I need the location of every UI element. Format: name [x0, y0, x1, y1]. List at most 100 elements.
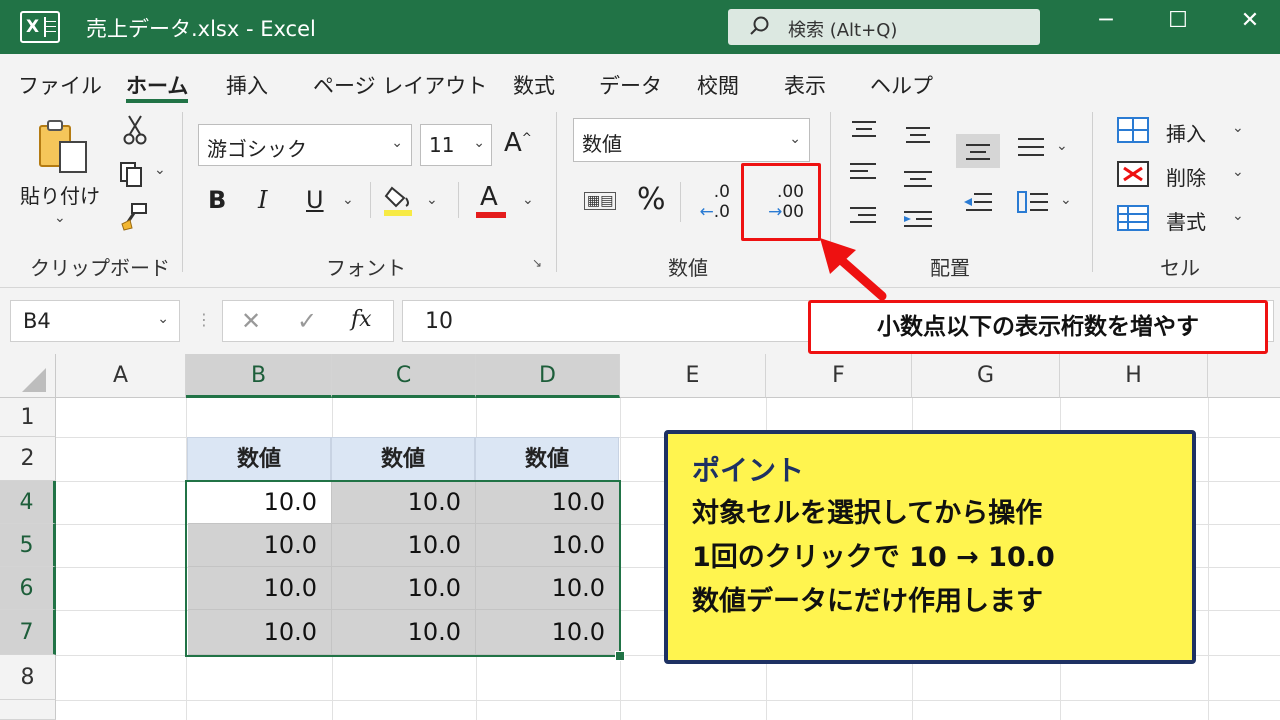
column-header-b[interactable]: B: [186, 354, 332, 398]
header-cell-b2[interactable]: 数値: [187, 437, 331, 481]
column-header-c[interactable]: C: [332, 354, 476, 398]
underline-button[interactable]: U: [306, 186, 324, 214]
insert-function-icon[interactable]: fx: [351, 307, 372, 332]
search-input[interactable]: 検索 (Alt+Q): [728, 9, 1040, 45]
column-header-a[interactable]: A: [56, 354, 186, 398]
format-painter-icon[interactable]: [120, 202, 150, 236]
chevron-down-icon: ⌄: [157, 311, 169, 327]
ribbon-separator: [1092, 112, 1093, 272]
insert-cells-icon: [1116, 116, 1150, 148]
orientation-icon[interactable]: [1016, 134, 1048, 166]
format-dropdown-icon[interactable]: ⌄: [1232, 208, 1244, 224]
header-cell-d2[interactable]: 数値: [475, 437, 619, 481]
align-middle-icon[interactable]: [900, 124, 936, 152]
insert-cells-button[interactable]: 挿入: [1166, 118, 1206, 147]
formula-value: 10: [425, 309, 453, 334]
font-size-dropdown[interactable]: 11 ⌄: [420, 124, 492, 166]
column-header-d[interactable]: D: [476, 354, 620, 398]
enter-icon[interactable]: ✓: [297, 307, 317, 335]
row-header-1[interactable]: 1: [0, 398, 56, 437]
column-header-partial[interactable]: [1208, 354, 1280, 398]
merge-center-icon[interactable]: [1016, 188, 1052, 222]
number-format-dropdown[interactable]: 数値 ⌄: [573, 118, 810, 162]
decrease-decimal-button[interactable]: .0 ←.0: [694, 182, 730, 222]
chevron-down-icon: ⌄: [789, 131, 801, 147]
row-header-8[interactable]: 8: [0, 655, 56, 700]
row-header-4[interactable]: 4: [0, 481, 56, 524]
align-top-icon[interactable]: [846, 118, 882, 146]
point-line-1: 対象セルを選択してから操作: [692, 498, 1043, 529]
tab-formulas[interactable]: 数式: [513, 70, 555, 100]
format-cells-button[interactable]: 書式: [1166, 206, 1206, 235]
callout-label: 小数点以下の表示桁数を増やす: [808, 300, 1268, 354]
accounting-format-icon[interactable]: ▦▤: [584, 192, 617, 210]
column-header-h[interactable]: H: [1060, 354, 1208, 398]
maximize-button[interactable]: ☐: [1158, 8, 1198, 44]
column-header-g[interactable]: G: [912, 354, 1060, 398]
column-header-e[interactable]: E: [620, 354, 766, 398]
alignment-group-label: 配置: [930, 256, 970, 280]
name-box[interactable]: B4 ⌄: [10, 300, 180, 342]
row-header-6[interactable]: 6: [0, 567, 56, 610]
align-right-icon[interactable]: [846, 204, 882, 232]
insert-dropdown-icon[interactable]: ⌄: [1232, 120, 1244, 136]
font-color-button[interactable]: A: [480, 182, 498, 212]
select-all-button[interactable]: [0, 354, 56, 398]
row-header-2[interactable]: 2: [0, 437, 56, 481]
italic-button[interactable]: I: [258, 186, 267, 214]
row-header-partial[interactable]: [0, 700, 56, 720]
drag-handle-icon[interactable]: ⋮: [196, 310, 212, 329]
font-name-value: 游ゴシック: [207, 137, 307, 161]
ribbon-separator: [556, 112, 557, 272]
paste-dropdown-icon[interactable]: ⌄: [54, 210, 66, 226]
header-cell-c2[interactable]: 数値: [331, 437, 475, 481]
cut-icon[interactable]: [122, 114, 148, 150]
cancel-icon[interactable]: ✕: [241, 307, 261, 335]
ribbon-separator: [680, 182, 681, 222]
cells-group-label: セル: [1160, 256, 1200, 280]
align-bottom-icon[interactable]: [956, 134, 1000, 168]
underline-dropdown-icon[interactable]: ⌄: [342, 192, 354, 208]
tab-page-layout[interactable]: ページ レイアウト: [313, 70, 487, 100]
gridline: [56, 700, 1280, 701]
decrease-indent-icon[interactable]: [960, 188, 996, 222]
point-title: ポイント: [692, 454, 805, 487]
tab-home[interactable]: ホーム: [126, 70, 188, 100]
font-name-dropdown[interactable]: 游ゴシック ⌄: [198, 124, 412, 166]
copy-icon[interactable]: [118, 160, 148, 192]
number-group-label: 数値: [668, 256, 708, 280]
arrow-left-icon: ←: [699, 202, 714, 222]
tab-file[interactable]: ファイル: [18, 70, 102, 100]
increase-indent-icon[interactable]: [900, 208, 936, 236]
tab-help[interactable]: ヘルプ: [870, 70, 933, 100]
delete-cells-button[interactable]: 削除: [1166, 162, 1206, 191]
row-header-5[interactable]: 5: [0, 524, 56, 567]
font-color-dropdown-icon[interactable]: ⌄: [522, 192, 534, 208]
increase-font-size-button[interactable]: A^: [504, 128, 532, 158]
align-center-icon[interactable]: [900, 168, 936, 196]
orientation-dropdown-icon[interactable]: ⌄: [1056, 138, 1068, 154]
clipboard-group-label: クリップボード: [30, 256, 170, 280]
fill-color-dropdown-icon[interactable]: ⌄: [426, 192, 438, 208]
tab-insert[interactable]: 挿入: [226, 70, 268, 100]
tab-review[interactable]: 校閲: [697, 70, 739, 100]
fill-handle[interactable]: [615, 651, 625, 661]
merge-dropdown-icon[interactable]: ⌄: [1060, 192, 1072, 208]
column-header-f[interactable]: F: [766, 354, 912, 398]
minimize-button[interactable]: ─: [1086, 8, 1126, 44]
row-header-7[interactable]: 7: [0, 610, 56, 655]
paste-button[interactable]: 貼り付け: [20, 180, 100, 209]
close-button[interactable]: ✕: [1230, 8, 1270, 44]
delete-dropdown-icon[interactable]: ⌄: [1232, 164, 1244, 180]
format-cells-icon: [1116, 204, 1150, 236]
bold-button[interactable]: B: [208, 186, 226, 214]
dialog-launcher-icon[interactable]: ↘: [532, 256, 542, 270]
decrease-decimal-top: .0: [713, 182, 730, 202]
fill-color-icon[interactable]: [384, 184, 414, 222]
percent-button[interactable]: %: [637, 182, 666, 217]
tab-view[interactable]: 表示: [784, 70, 826, 100]
copy-dropdown-icon[interactable]: ⌄: [154, 162, 166, 178]
align-left-icon[interactable]: [846, 160, 882, 188]
tab-data[interactable]: データ: [599, 70, 662, 100]
delete-cells-icon: [1116, 160, 1150, 192]
